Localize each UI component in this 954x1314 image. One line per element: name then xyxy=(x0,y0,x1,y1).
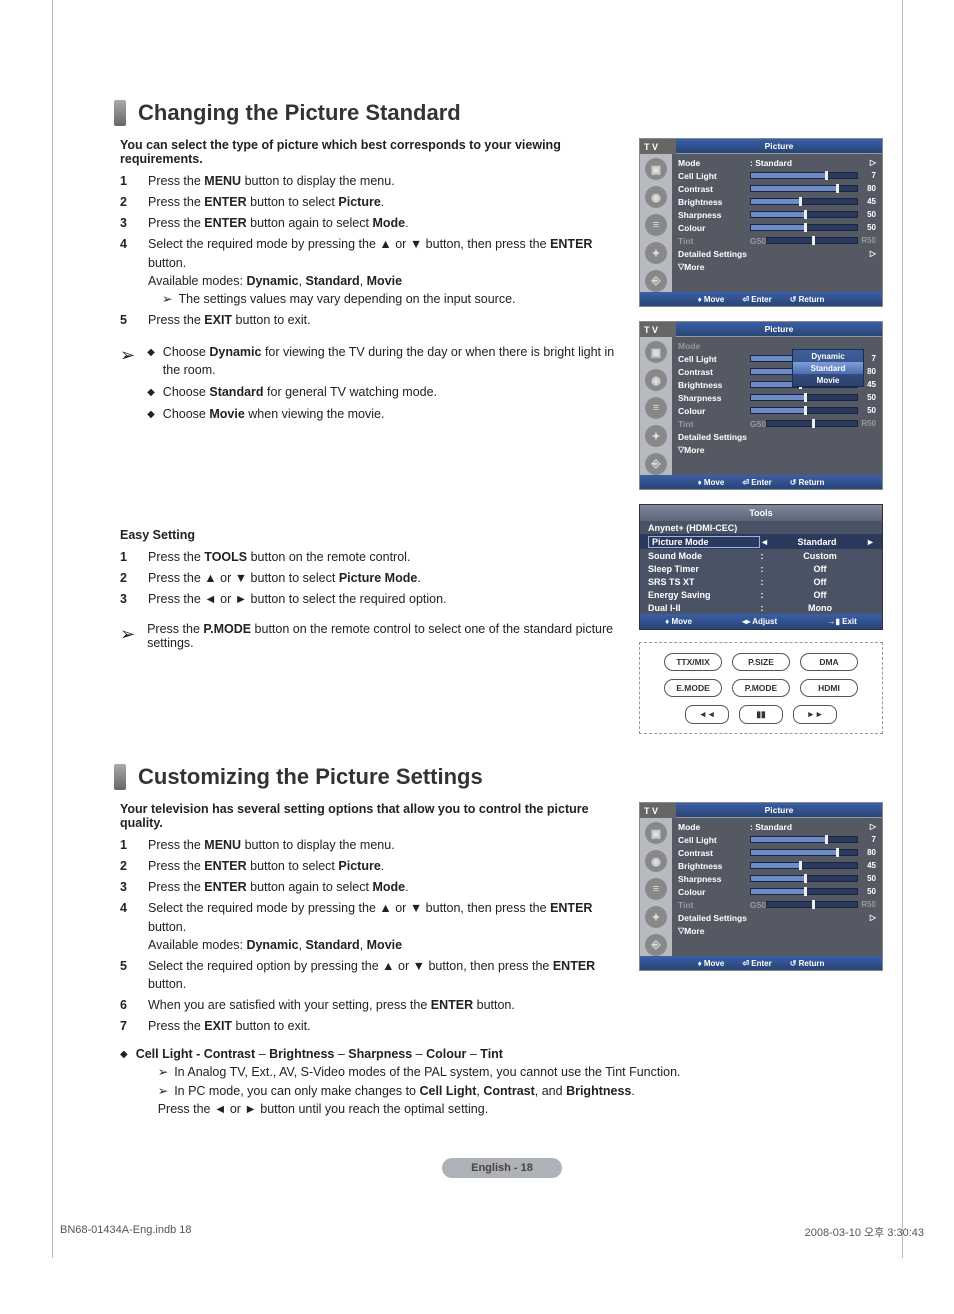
step-text: Press the ▲ or ▼ button to select Pictur… xyxy=(148,569,621,587)
mode-dropdown: Dynamic Standard Movie xyxy=(792,349,864,387)
osd-header: Picture xyxy=(676,803,882,818)
step-text: Press the ENTER button to select Picture… xyxy=(148,857,621,875)
step-text: Press the EXIT button to exit. xyxy=(148,1017,884,1035)
step-text: When you are satisfied with your setting… xyxy=(148,996,884,1014)
sound-icon: ◉ xyxy=(645,369,667,391)
remote-button: DMA xyxy=(800,653,858,671)
note-arrow-icon: ➢ xyxy=(158,1063,168,1081)
picture-icon: ▣ xyxy=(645,341,667,363)
intro-text: Your television has several setting opti… xyxy=(120,802,621,830)
param-line: Cell Light - Contrast – Brightness – Sha… xyxy=(136,1045,681,1118)
osd-picture-mode-panel: T V Picture ▣ ◉ ≡ ✦ ⎆ Mode Ce xyxy=(639,321,883,490)
setup-icon: ✦ xyxy=(645,906,667,928)
sound-icon: ◉ xyxy=(645,186,667,208)
note-text: In PC mode, you can only make changes to… xyxy=(174,1082,635,1100)
note-text: Press the P.MODE button on the remote co… xyxy=(147,622,621,650)
intro-text: You can select the type of picture which… xyxy=(120,138,621,166)
chevron-right-icon: ▷ xyxy=(870,913,876,922)
remote-button: HDMI xyxy=(800,679,858,697)
remote-button: E.MODE xyxy=(664,679,722,697)
input-icon: ⎆ xyxy=(645,453,667,475)
tools-item-selected: Picture Mode xyxy=(648,536,760,548)
tip-text: Choose Dynamic for viewing the TV during… xyxy=(163,343,621,379)
section-title-text: Customizing the Picture Settings xyxy=(138,764,483,790)
diamond-icon: ◆ xyxy=(147,346,155,379)
section-heading: Changing the Picture Standard xyxy=(114,100,884,126)
note-text: Press the ◄ or ► button until you reach … xyxy=(158,1100,681,1118)
step-text: Select the required mode by pressing the… xyxy=(148,235,621,308)
channel-icon: ≡ xyxy=(645,214,667,236)
note-arrow-icon: ➢ xyxy=(120,624,135,645)
tip-text: Choose Standard for general TV watching … xyxy=(163,383,437,401)
tools-header: Tools xyxy=(640,505,882,521)
step-text: Press the EXIT button to exit. xyxy=(148,311,621,329)
sound-icon: ◉ xyxy=(645,850,667,872)
osd-tv-label: T V xyxy=(640,139,676,154)
remote-diagram: TTX/MIX P.SIZE DMA E.MODE P.MODE HDMI ◄◄… xyxy=(639,642,883,734)
remote-button: ◄◄ xyxy=(685,705,729,724)
dropdown-option: Movie xyxy=(793,374,863,386)
step-text: Press the ENTER button again to select M… xyxy=(148,214,621,232)
step-text: Press the ENTER button to select Picture… xyxy=(148,193,621,211)
note-text: In Analog TV, Ext., AV, S-Video modes of… xyxy=(174,1063,680,1081)
picture-icon: ▣ xyxy=(645,158,667,180)
step-text: Press the TOOLS button on the remote con… xyxy=(148,548,621,566)
note-arrow-icon: ➢ xyxy=(158,1082,168,1100)
tools-panel: Tools Anynet+ (HDMI-CEC) Picture Mode◄St… xyxy=(639,504,883,630)
osd-tv-label: T V xyxy=(640,322,676,337)
dropdown-option-selected: Standard xyxy=(793,362,863,374)
page-number-pill: English - 18 xyxy=(442,1158,562,1178)
dropdown-option: Dynamic xyxy=(793,350,863,362)
diamond-icon: ◆ xyxy=(120,1048,128,1118)
timestamp: 2008-03-10 오후 3:30:43 xyxy=(805,1224,924,1240)
note-arrow-icon: ➢ xyxy=(120,345,135,366)
picture-icon: ▣ xyxy=(645,822,667,844)
steps-list: 1Press the MENU button to display the me… xyxy=(120,836,621,993)
chevron-right-icon: ▷ xyxy=(870,822,876,831)
chevron-right-icon: ▷ xyxy=(870,158,876,167)
step-text: Press the MENU button to display the men… xyxy=(148,836,621,854)
param-list: ◆ Cell Light - Contrast – Brightness – S… xyxy=(120,1045,884,1118)
osd-header: Picture xyxy=(676,322,882,337)
setup-icon: ✦ xyxy=(645,425,667,447)
osd-picture-panel: T V Picture ▣ ◉ ≡ ✦ ⎆ Mode: Standard▷ xyxy=(639,802,883,971)
steps-list: 1Press the MENU button to display the me… xyxy=(120,172,621,329)
osd-tv-label: T V xyxy=(640,803,676,818)
diamond-icon: ◆ xyxy=(147,386,155,401)
step-text: Select the required option by pressing t… xyxy=(148,957,621,993)
file-name: BN68-01434A-Eng.indb 18 xyxy=(60,1224,191,1240)
easy-steps-list: 1Press the TOOLS button on the remote co… xyxy=(120,548,621,608)
remote-button: ►► xyxy=(793,705,837,724)
remote-button: P.MODE xyxy=(732,679,790,697)
step-text: Press the MENU button to display the men… xyxy=(148,172,621,190)
setup-icon: ✦ xyxy=(645,242,667,264)
input-icon: ⎆ xyxy=(645,270,667,292)
osd-picture-panel: T V Picture ▣ ◉ ≡ ✦ ⎆ Mode: Standard▷ xyxy=(639,138,883,307)
channel-icon: ≡ xyxy=(645,878,667,900)
input-icon: ⎆ xyxy=(645,934,667,956)
subheading: Easy Setting xyxy=(120,528,621,542)
tools-item: Anynet+ (HDMI-CEC) xyxy=(648,523,758,533)
remote-button: TTX/MIX xyxy=(664,653,722,671)
steps-list-continued: 6When you are satisfied with your settin… xyxy=(120,996,884,1035)
channel-icon: ≡ xyxy=(645,397,667,419)
page-metadata: BN68-01434A-Eng.indb 18 2008-03-10 오후 3:… xyxy=(60,1224,924,1240)
diamond-icon: ◆ xyxy=(147,408,155,423)
chevron-right-icon: ▷ xyxy=(870,249,876,258)
step-text: Select the required mode by pressing the… xyxy=(148,899,621,953)
step-text: Press the ◄ or ► button to select the re… xyxy=(148,590,621,608)
section-title-text: Changing the Picture Standard xyxy=(138,100,461,126)
tip-text: Choose Movie when viewing the movie. xyxy=(163,405,385,423)
osd-header: Picture xyxy=(676,139,882,154)
section-heading: Customizing the Picture Settings xyxy=(114,764,884,790)
step-note: The settings values may vary depending o… xyxy=(178,290,515,308)
note-arrow-icon: ➢ xyxy=(162,290,172,308)
tips-list: ◆Choose Dynamic for viewing the TV durin… xyxy=(147,343,621,428)
remote-button: P.SIZE xyxy=(732,653,790,671)
remote-button: ▮▮ xyxy=(739,705,783,724)
step-text: Press the ENTER button again to select M… xyxy=(148,878,621,896)
